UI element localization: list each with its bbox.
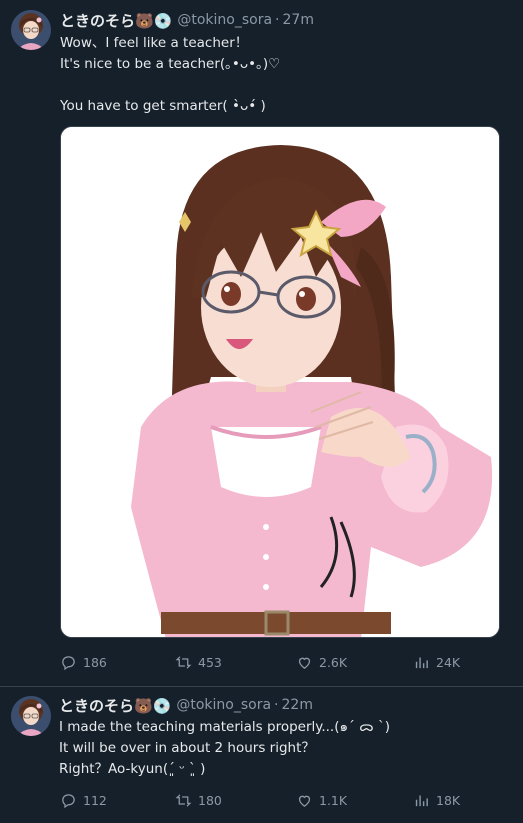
views-button[interactable]: 24K (413, 652, 460, 672)
views-count: 18K (436, 792, 461, 808)
tweet-text-line: I made the teaching materials properly..… (59, 719, 390, 735)
like-icon (298, 795, 311, 807)
tweet[interactable]: ときのそら🐻💿 @tokino_sora · 22m I made the te… (0, 687, 523, 823)
reply-button[interactable]: 112 (60, 790, 107, 810)
views-icon (415, 795, 428, 806)
retweet-button[interactable]: 180 (175, 790, 222, 810)
like-button[interactable]: 1.1K (296, 790, 347, 810)
avatar[interactable] (11, 10, 51, 50)
retweet-count: 180 (198, 792, 222, 808)
views-button[interactable]: 18K (413, 790, 460, 810)
reply-icon (62, 793, 75, 808)
separator-dot: · (274, 697, 279, 713)
tweet-header: ときのそら🐻💿 @tokino_sora · 27m (60, 10, 314, 30)
reply-count: 186 (83, 654, 107, 670)
display-name[interactable]: ときのそら🐻💿 (59, 695, 171, 716)
like-count: 2.6K (319, 654, 348, 670)
reply-count: 112 (83, 792, 107, 808)
retweet-icon (175, 793, 192, 807)
tweet-image[interactable] (60, 126, 500, 638)
reply-button[interactable]: 186 (60, 652, 107, 672)
tweet-text: Wow、I feel like a teacher！ It's nice to … (60, 33, 280, 117)
tweet-text-line: Wow、I feel like a teacher！ (60, 35, 249, 51)
like-button[interactable]: 2.6K (296, 652, 347, 672)
user-handle[interactable]: @tokino_sora (177, 12, 272, 28)
views-count: 24K (436, 654, 461, 670)
like-count: 1.1K (319, 792, 348, 808)
tweet-text-line: You have to get smarter( •̀ᴗ•́ ) (60, 98, 266, 114)
retweet-count: 453 (198, 654, 222, 670)
display-name[interactable]: ときのそら🐻💿 (60, 10, 172, 31)
tweet[interactable]: ときのそら🐻💿 @tokino_sora · 27m Wow、I feel li… (0, 0, 523, 687)
separator-dot: · (275, 12, 280, 28)
like-icon (298, 657, 311, 669)
timestamp[interactable]: 22m (282, 697, 313, 713)
tweet-text: I made the teaching materials properly..… (59, 717, 390, 780)
retweet-icon (175, 655, 192, 669)
tweet-header: ときのそら🐻💿 @tokino_sora · 22m (59, 695, 313, 715)
reply-icon (62, 655, 75, 670)
tweet-text-line (60, 75, 280, 96)
avatar[interactable] (11, 696, 51, 736)
tweet-text-line: It's nice to be a teacher(｡•ᴗ•｡)♡ (60, 56, 281, 72)
timestamp[interactable]: 27m (283, 12, 314, 28)
views-icon (415, 657, 428, 668)
user-handle[interactable]: @tokino_sora (176, 697, 271, 713)
retweet-button[interactable]: 453 (175, 652, 222, 672)
tweet-text-line: Right？Ao-kyun(´͈ ᵕ `͈ ) (59, 761, 206, 777)
tweet-text-line: It will be over in about 2 hours right？ (59, 740, 315, 756)
